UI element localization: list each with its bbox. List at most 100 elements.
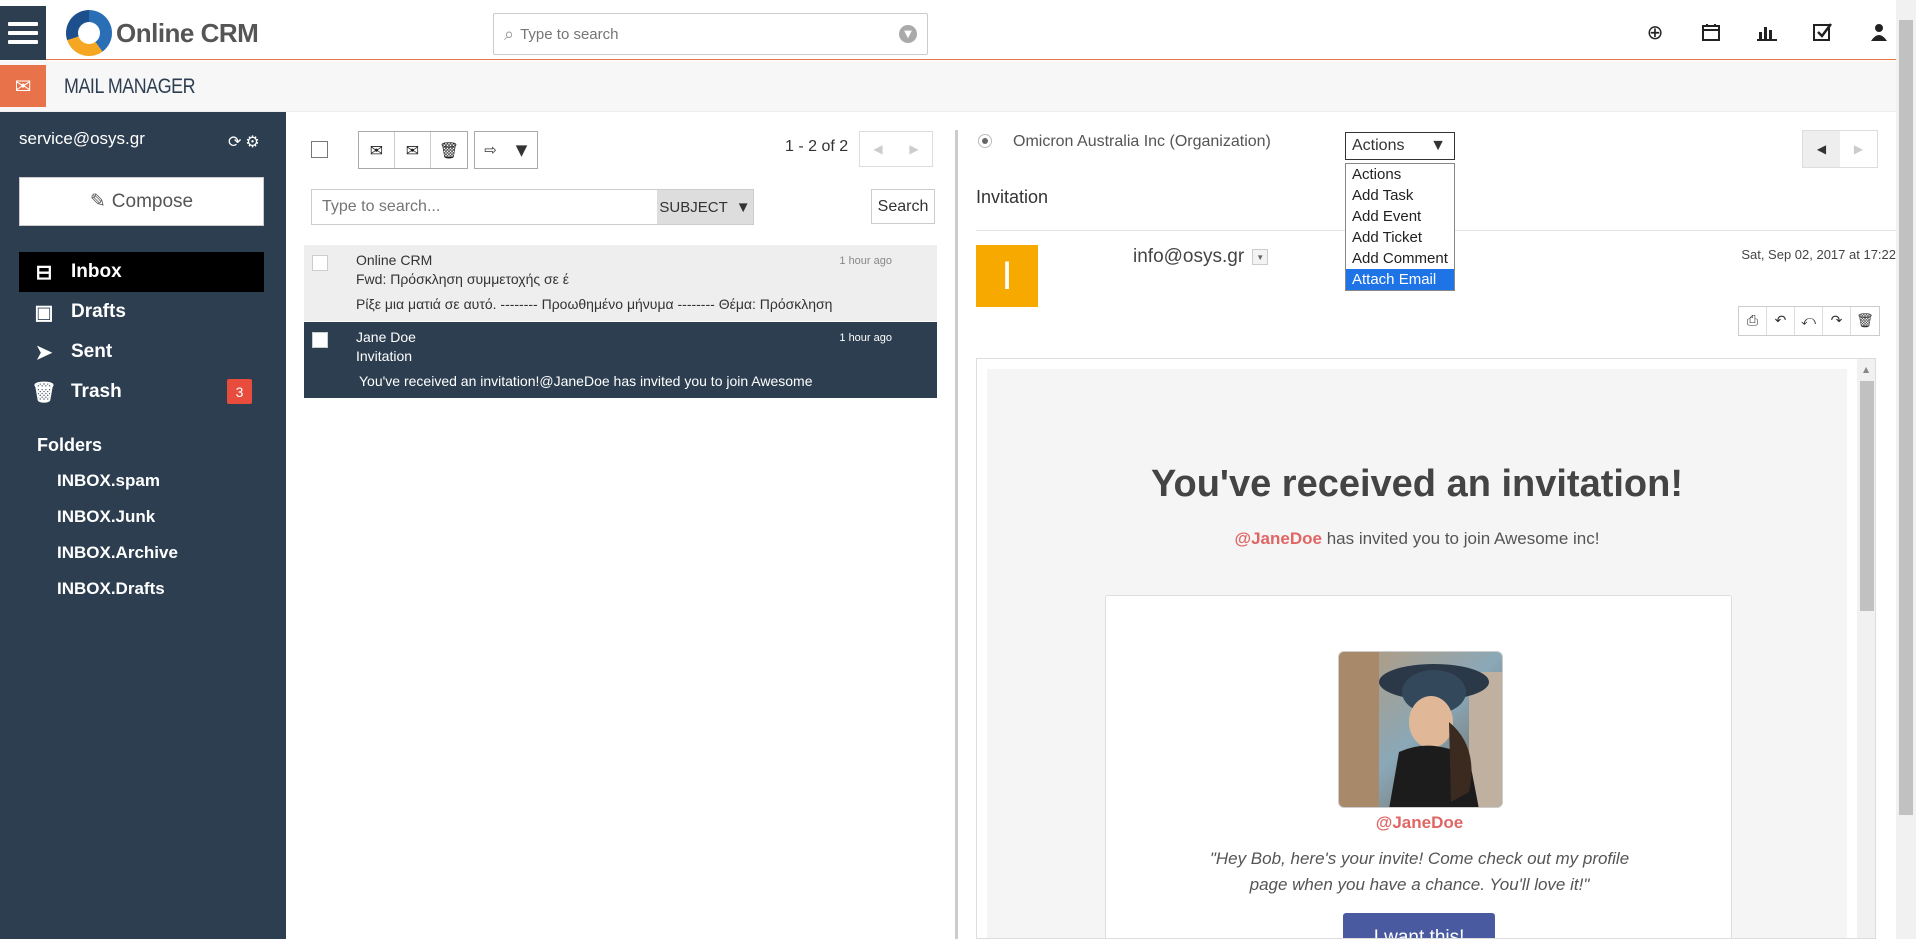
folders-heading: Folders xyxy=(37,435,103,455)
top-actions: ⊕ xyxy=(1638,18,1896,46)
sidebar: service@osys.gr ⟳ ⚙ ✎ Compose ⊟ Inbox ▣ … xyxy=(0,112,286,939)
actions-option[interactable]: Add Comment xyxy=(1346,248,1454,269)
list-actions: ✉ ✉ 🗑 xyxy=(358,131,468,169)
checkbox-icon[interactable] xyxy=(1806,18,1840,46)
actions-dropdown: Actions Add Task Add Event Add Ticket Ad… xyxy=(1345,163,1455,291)
message-preview: You've received an invitation!@JaneDoe h… xyxy=(359,373,813,389)
app-logo[interactable]: Online CRM xyxy=(66,10,259,56)
global-search-input[interactable] xyxy=(520,25,899,43)
actions-option-highlighted[interactable]: Attach Email xyxy=(1346,269,1454,290)
save-icon: ▣ xyxy=(34,301,54,324)
folder-item[interactable]: INBOX.Drafts xyxy=(57,571,178,607)
message-row[interactable]: Jane Doe 1 hour ago Invitation You've re… xyxy=(304,322,937,398)
email-subtext: has invited you to join Awesome inc! xyxy=(1321,529,1600,548)
hamburger-menu-icon[interactable] xyxy=(0,6,46,60)
actions-option[interactable]: Add Task xyxy=(1346,185,1454,206)
prev-page-icon[interactable]: ◀ xyxy=(860,132,896,166)
scroll-up-icon[interactable]: ▲ xyxy=(1863,365,1869,374)
nav-trash[interactable]: 🗑 Trash 3 xyxy=(19,372,264,412)
email-handle[interactable]: @JaneDoe xyxy=(1235,529,1322,548)
nav-sent[interactable]: ➤ Sent xyxy=(19,332,264,372)
sender-email: info@osys.gr xyxy=(1133,246,1245,267)
message-subject-heading: Invitation xyxy=(976,187,1049,207)
profile-photo xyxy=(1338,651,1503,808)
search-options-icon[interactable]: ▼ xyxy=(899,25,917,43)
edit-icon: ✎ xyxy=(89,191,106,212)
cta-button[interactable]: I want this! xyxy=(1343,913,1495,938)
related-record[interactable]: Omicron Australia Inc (Organization) xyxy=(1013,133,1271,151)
module-title: MAIL MANAGER xyxy=(64,75,196,98)
caret-down-icon: ▼ xyxy=(735,198,751,216)
actions-selected: Actions xyxy=(1352,137,1405,154)
compose-button[interactable]: ✎ Compose xyxy=(19,177,264,226)
related-radio[interactable] xyxy=(978,134,992,148)
folder-item[interactable]: INBOX.Junk xyxy=(57,499,178,535)
mail-search-input[interactable] xyxy=(312,190,657,224)
actions-option[interactable]: Add Ticket xyxy=(1346,227,1454,248)
refresh-icon[interactable]: ⟳ xyxy=(228,132,241,151)
next-page-icon[interactable]: ▶ xyxy=(896,132,932,166)
email-body: You've received an invitation! @JaneDoe … xyxy=(987,369,1847,938)
sender-avatar: I xyxy=(976,245,1038,307)
message-checkbox[interactable] xyxy=(312,332,328,348)
scroll-thumb[interactable] xyxy=(1860,381,1874,611)
global-search[interactable]: ⌕ ▼ xyxy=(493,13,928,55)
window-scroll-thumb[interactable] xyxy=(1899,20,1913,815)
folder-item[interactable]: INBOX.Archive xyxy=(57,535,178,571)
gear-icon[interactable]: ⚙ xyxy=(245,132,259,151)
sender: info@osys.gr ▼ xyxy=(1133,246,1269,268)
prev-message-icon[interactable]: ◀ xyxy=(1803,131,1840,167)
email-subline: @JaneDoe has invited you to join Awesome… xyxy=(987,529,1847,549)
plus-circle-icon[interactable]: ⊕ xyxy=(1638,18,1672,46)
actions-option[interactable]: Add Event xyxy=(1346,206,1454,227)
message-time: 1 hour ago xyxy=(839,332,892,344)
email-headline: You've received an invitation! xyxy=(1150,463,1684,505)
message-time: 1 hour ago xyxy=(839,255,892,267)
message-date: Sat, Sep 02, 2017 at 17:22 xyxy=(1741,247,1896,262)
print-icon[interactable]: ⎙ xyxy=(1739,307,1767,335)
nav-inbox[interactable]: ⊟ Inbox xyxy=(19,252,264,292)
inbox-icon: ⊟ xyxy=(35,261,53,284)
select-all-checkbox[interactable] xyxy=(311,141,328,158)
search-button[interactable]: Search xyxy=(871,189,935,224)
nav-label: Trash xyxy=(71,381,122,402)
search-field-dropdown[interactable]: SUBJECT ▼ xyxy=(657,190,753,224)
invite-card: @JaneDoe "Hey Bob, here's your invite! C… xyxy=(1105,595,1733,938)
move-folder-icon[interactable]: ⇨ xyxy=(475,132,506,168)
mark-read-icon[interactable]: ✉ xyxy=(359,132,395,168)
window-scrollbar[interactable] xyxy=(1896,0,1916,939)
forward-icon[interactable]: ↷ xyxy=(1823,307,1851,335)
body-scrollbar[interactable]: ▲ xyxy=(1857,359,1875,938)
message-row[interactable]: Online CRM 1 hour ago Fwd: Πρόσκληση συμ… xyxy=(304,245,937,321)
app-name: Online CRM xyxy=(116,17,259,48)
nav-drafts[interactable]: ▣ Drafts xyxy=(19,292,264,332)
folder-list: INBOX.spam INBOX.Junk INBOX.Archive INBO… xyxy=(57,463,178,607)
message-subject: Fwd: Πρόσκληση συμμετοχής σε έ xyxy=(356,271,570,287)
folder-item[interactable]: INBOX.spam xyxy=(57,463,178,499)
bar-chart-icon[interactable] xyxy=(1750,18,1784,46)
nav-label: Sent xyxy=(71,341,113,362)
invite-quote: "Hey Bob, here's your invite! Come check… xyxy=(1209,849,1630,894)
reply-all-icon[interactable]: ⤺ xyxy=(1795,307,1823,335)
reading-pane: Omicron Australia Inc (Organization) Act… xyxy=(958,112,1896,939)
reply-icon[interactable]: ↶ xyxy=(1767,307,1795,335)
mark-unread-icon[interactable]: ✉ xyxy=(395,132,431,168)
actions-option[interactable]: Actions xyxy=(1346,164,1454,185)
caret-down-icon: ▼ xyxy=(1430,137,1446,154)
card-handle[interactable]: @JaneDoe xyxy=(1106,813,1733,833)
delete-icon[interactable]: 🗑 xyxy=(1851,307,1879,335)
pagination-controls: ◀ ▶ xyxy=(859,131,933,167)
message-preview: Ρίξε μια ματιά σε αυτό. -------- Προωθημ… xyxy=(356,296,833,312)
chevron-down-icon[interactable]: ▼ xyxy=(506,132,537,168)
delete-icon[interactable]: 🗑 xyxy=(431,132,467,168)
message-from: Jane Doe xyxy=(356,329,416,345)
sender-details-icon[interactable]: ▼ xyxy=(1252,249,1269,265)
next-message-icon[interactable]: ▶ xyxy=(1840,131,1877,167)
message-actions: ⎙ ↶ ⤺ ↷ 🗑 xyxy=(1738,306,1880,336)
pagination-info: 1 - 2 of 2 xyxy=(785,138,849,155)
actions-select[interactable]: Actions ▼ xyxy=(1345,132,1455,160)
calendar-icon[interactable] xyxy=(1694,18,1728,46)
user-icon[interactable] xyxy=(1862,18,1896,46)
message-checkbox[interactable] xyxy=(312,255,328,271)
mail-manager-icon: ✉ xyxy=(0,65,46,107)
